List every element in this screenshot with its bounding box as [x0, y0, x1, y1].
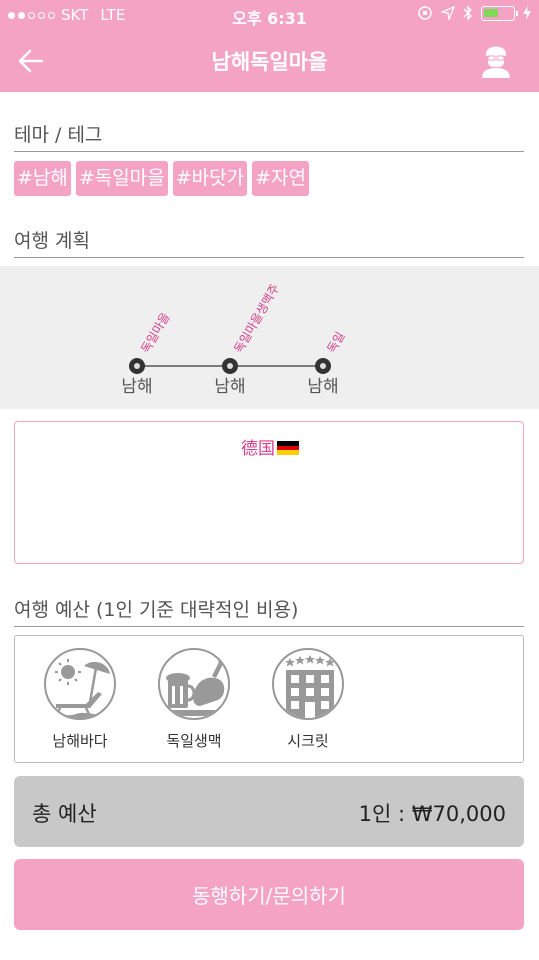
budget-item[interactable]: 시크릿	[253, 648, 363, 751]
beach-icon	[44, 648, 116, 720]
theme-heading: 테마 / 테그	[14, 120, 524, 152]
bluetooth-icon	[463, 5, 472, 21]
budget-item[interactable]: 독일생맥	[139, 648, 249, 751]
tag-item[interactable]: #남해	[14, 161, 71, 196]
tag-item[interactable]: #바닷가	[172, 161, 248, 196]
tag-item[interactable]: #자연	[252, 161, 309, 196]
charging-icon	[523, 6, 531, 20]
note-line: 德国	[15, 434, 525, 459]
note-text: 德国	[241, 439, 275, 459]
stop-region: 남해	[307, 377, 338, 397]
stop-region: 남해	[214, 377, 245, 397]
hotel-icon	[272, 648, 344, 720]
budget-heading: 여행 예산 (1인 기준 대략적인 비용)	[14, 595, 524, 627]
timeline-svg: 독일마을 남해 독일마을생맥주 남해 독일 남해	[121, 282, 347, 397]
budget-item-label: 독일생맥	[166, 732, 222, 750]
plan-heading: 여행 계획	[14, 226, 524, 258]
navbar: 남해독일마을	[0, 30, 539, 92]
status-bar: SKT LTE 오후 6:31	[0, 0, 539, 30]
note-box: 德国	[14, 421, 524, 564]
plan-timeline: 독일마을 남해 독일마을생맥주 남해 독일 남해	[0, 266, 539, 409]
budget-item[interactable]: 남해바다	[25, 648, 135, 751]
stop-name: 독일마을생맥주	[231, 282, 282, 356]
timeline-stop[interactable]: 독일마을생맥주 남해	[214, 282, 282, 397]
total-budget-label: 총 예산	[32, 802, 97, 826]
location-icon	[441, 6, 455, 20]
orientation-lock-icon	[418, 6, 432, 20]
stop-region: 남해	[121, 377, 152, 397]
timeline-stop[interactable]: 독일마을 남해	[121, 310, 172, 397]
budget-item-label: 시크릿	[287, 732, 329, 750]
timeline-stop[interactable]: 독일 남해	[307, 329, 347, 397]
budget-items: 남해바다 독일생맥 시크릿	[14, 635, 524, 763]
stop-name: 독일마을	[138, 310, 172, 355]
tag-list: #남해 #독일마을 #바닷가 #자연	[14, 161, 309, 196]
status-right	[417, 5, 531, 21]
header: SKT LTE 오후 6:31 남해독일마을	[0, 0, 539, 92]
total-budget-bar: 총 예산 1인 : ₩70,000	[14, 776, 524, 847]
battery-icon	[481, 5, 518, 21]
germany-flag-icon	[277, 441, 299, 455]
page-title: 남해독일마을	[211, 50, 328, 74]
tag-item[interactable]: #독일마을	[75, 161, 168, 196]
budget-item-label: 남해바다	[52, 732, 108, 750]
beer-chicken-icon	[158, 648, 230, 720]
join-inquiry-button[interactable]: 동행하기/문의하기	[14, 859, 524, 930]
user-avatar-icon[interactable]	[481, 42, 511, 78]
stop-name: 독일	[324, 329, 347, 355]
total-budget-value: 1인 : ₩70,000	[358, 802, 506, 826]
